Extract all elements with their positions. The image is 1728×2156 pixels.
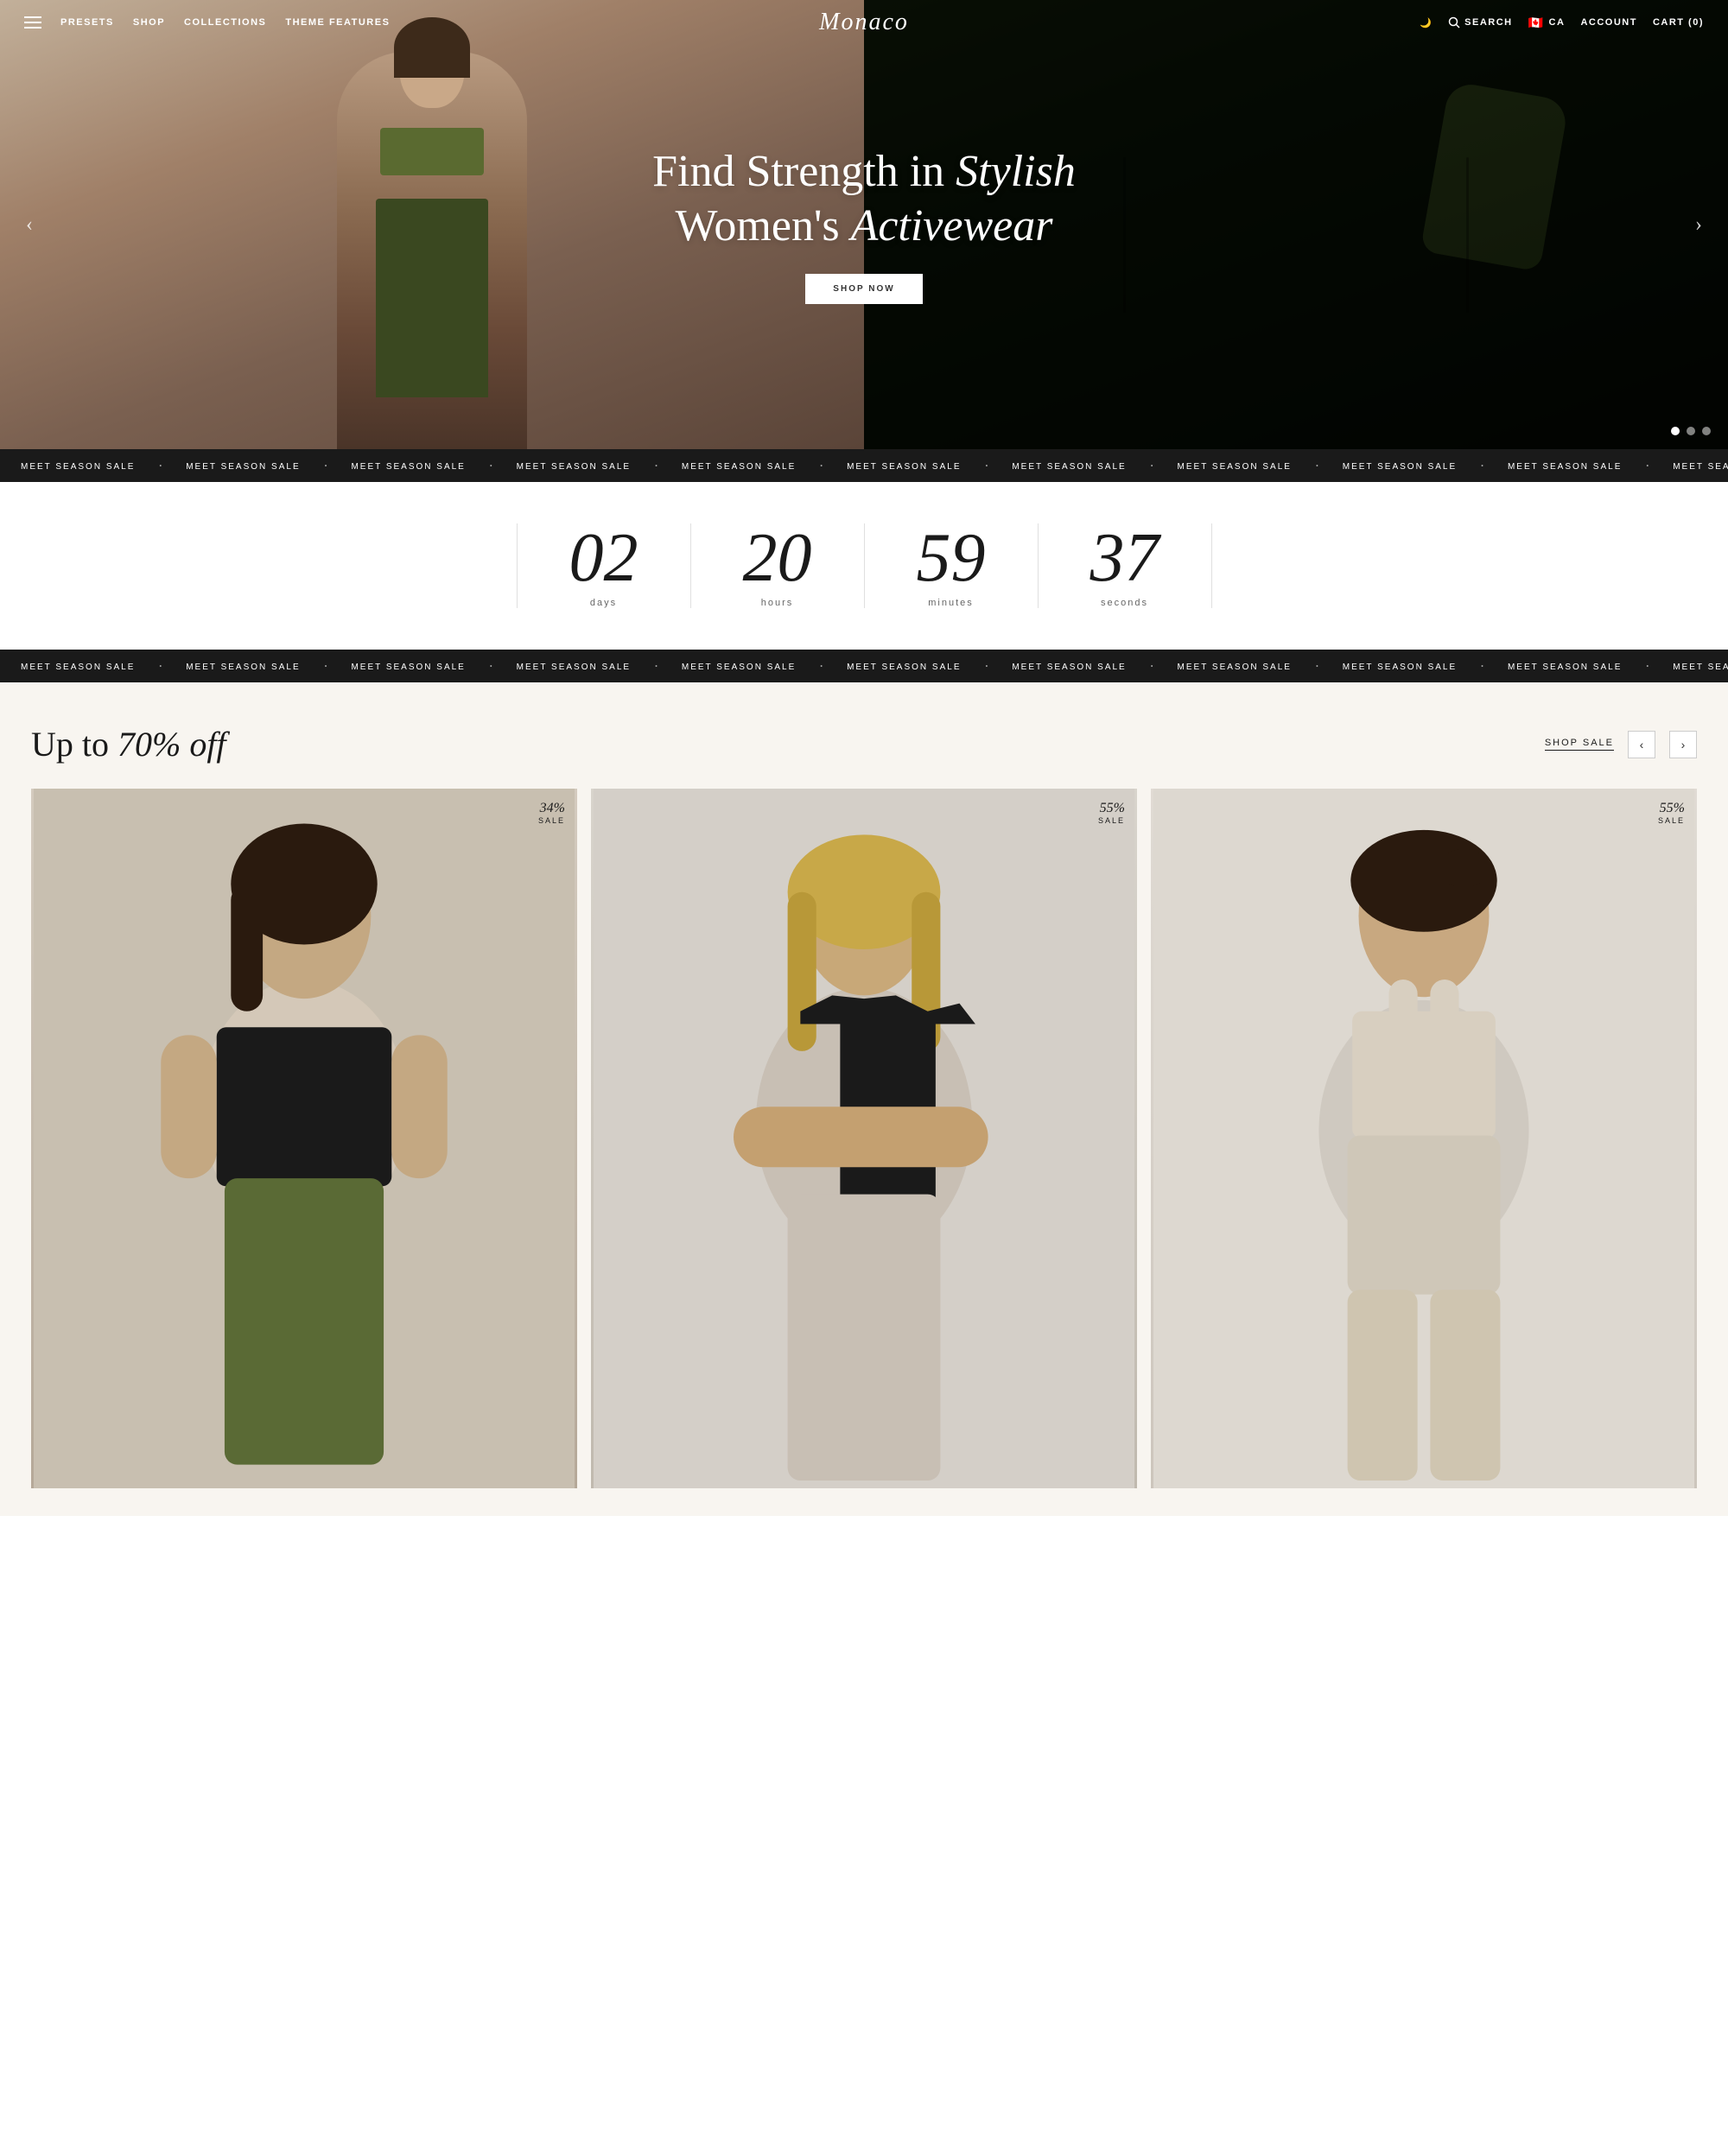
ticker-item: MEET SEASON SALE (1652, 663, 1728, 672)
ticker-item: MEET SEASON SALE (1652, 462, 1728, 472)
ticker-item: MEET SEASON SALE (165, 663, 321, 672)
shop-sale-link[interactable]: SHOP SALE (1545, 738, 1614, 751)
sale-prev-button[interactable]: ‹ (1628, 731, 1655, 758)
ticker-item: MEET SEASON SALE (661, 663, 816, 672)
ticker-item: MEET SEASON SALE (1322, 663, 1477, 672)
ticker-item: MEET SEASON SALE (991, 663, 1147, 672)
product-badge-1: 34% SALE (538, 801, 565, 825)
hamburger-menu[interactable] (24, 16, 41, 29)
product-badge-3: 55% SALE (1658, 801, 1685, 825)
hero-heading: Find Strength in Stylish Women's Activew… (652, 145, 1076, 253)
nav-link-presets[interactable]: PRESETS (60, 17, 114, 28)
hero-next-arrow[interactable]: › (1683, 209, 1714, 240)
hero-section: Find Strength in Stylish Women's Activew… (0, 0, 1728, 449)
nav-right: 🌙 SEARCH 🇨🇦 CA ACCOUNT CART (0) (1420, 16, 1704, 30)
badge-sale-2: SALE (1098, 816, 1125, 825)
badge-sale-3: SALE (1658, 816, 1685, 825)
countdown-days-label: days (590, 598, 617, 608)
sale-title-prefix: Up to (31, 725, 118, 764)
countdown-hours-number: 20 (743, 523, 812, 593)
product-card-3[interactable]: 55% SALE (1151, 789, 1697, 1488)
search-label: SEARCH (1464, 17, 1512, 28)
countdown-days-number: 02 (569, 523, 638, 593)
ticker-item: MEET SEASON SALE (991, 462, 1147, 472)
product-image-1 (31, 789, 577, 1488)
countdown-days: 02 days (517, 523, 691, 608)
product-card-1[interactable]: 34% SALE (31, 789, 577, 1488)
hero-dot-3[interactable] (1702, 427, 1711, 435)
product-card-2[interactable]: 55% SALE (591, 789, 1137, 1488)
hero-dot-2[interactable] (1687, 427, 1695, 435)
hero-cta-button[interactable]: SHOP NOW (805, 274, 922, 304)
nav-link-theme-features[interactable]: THEME FEATURES (285, 17, 390, 28)
main-nav: PRESETS SHOP COLLECTIONS THEME FEATURES … (0, 0, 1728, 45)
ticker-item: MEET SEASON SALE (1157, 663, 1312, 672)
nav-center: Monaco (819, 9, 909, 36)
ticker-item: MEET SEASON SALE (826, 663, 982, 672)
ticker-item: MEET SEASON SALE (0, 663, 156, 672)
badge-sale-1: SALE (538, 816, 565, 825)
ticker-bottom: MEET SEASON SALE • MEET SEASON SALE • ME… (0, 650, 1728, 682)
product-badge-2: 55% SALE (1098, 801, 1125, 825)
sale-title: Up to 70% off (31, 724, 226, 764)
countdown-hours: 20 hours (691, 523, 865, 608)
countdown-seconds: 37 seconds (1039, 523, 1212, 608)
ticker-top: MEET SEASON SALE • MEET SEASON SALE • ME… (0, 449, 1728, 482)
nav-link-shop[interactable]: SHOP (133, 17, 165, 28)
ticker-item: MEET SEASON SALE (496, 663, 651, 672)
ticker-item: MEET SEASON SALE (1157, 462, 1312, 472)
ticker-item: MEET SEASON SALE (1322, 462, 1477, 472)
sale-title-italic: 70% off (118, 725, 226, 764)
badge-percent-1: 34% (540, 801, 565, 815)
hero-dots (1671, 427, 1711, 435)
country-code: CA (1549, 17, 1566, 28)
cart-link[interactable]: CART (0) (1653, 17, 1704, 28)
countdown-seconds-label: seconds (1101, 598, 1148, 608)
country-selector[interactable]: 🇨🇦 CA (1528, 16, 1566, 30)
ticker-inner-top: MEET SEASON SALE • MEET SEASON SALE • ME… (0, 462, 1728, 472)
countdown-section: 02 days 20 hours 59 minutes 37 seconds (0, 482, 1728, 650)
ticker-item: MEET SEASON SALE (826, 462, 982, 472)
ticker-item: MEET SEASON SALE (1487, 663, 1642, 672)
products-grid: 34% SALE (31, 789, 1697, 1488)
sale-header-right: SHOP SALE ‹ › (1545, 731, 1697, 758)
ticker-item: MEET SEASON SALE (661, 462, 816, 472)
product-image-2 (591, 789, 1137, 1488)
dark-mode-toggle[interactable]: 🌙 (1420, 17, 1433, 29)
badge-percent-2: 55% (1100, 801, 1125, 815)
ticker-item: MEET SEASON SALE (330, 462, 486, 472)
account-link[interactable]: ACCOUNT (1580, 17, 1637, 28)
countdown-timer: 02 days 20 hours 59 minutes 37 seconds (517, 523, 1212, 608)
search-button[interactable]: SEARCH (1448, 16, 1512, 29)
countdown-minutes: 59 minutes (865, 523, 1039, 608)
sale-header: Up to 70% off SHOP SALE ‹ › (31, 724, 1697, 764)
site-logo[interactable]: Monaco (819, 9, 909, 35)
hero-dot-1[interactable] (1671, 427, 1680, 435)
countdown-minutes-number: 59 (917, 523, 986, 593)
countdown-seconds-number: 37 (1090, 523, 1159, 593)
badge-percent-3: 55% (1660, 801, 1685, 815)
sale-next-button[interactable]: › (1669, 731, 1697, 758)
flag-icon: 🇨🇦 (1528, 16, 1545, 30)
product-image-3 (1151, 789, 1697, 1488)
nav-link-collections[interactable]: COLLECTIONS (184, 17, 266, 28)
nav-left: PRESETS SHOP COLLECTIONS THEME FEATURES (24, 16, 390, 29)
ticker-item: MEET SEASON SALE (165, 462, 321, 472)
ticker-item: MEET SEASON SALE (496, 462, 651, 472)
ticker-inner-bottom: MEET SEASON SALE • MEET SEASON SALE • ME… (0, 663, 1728, 672)
ticker-item: MEET SEASON SALE (330, 663, 486, 672)
countdown-minutes-label: minutes (928, 598, 974, 608)
ticker-item: MEET SEASON SALE (1487, 462, 1642, 472)
ticker-item: MEET SEASON SALE (0, 462, 156, 472)
hero-prev-arrow[interactable]: ‹ (14, 209, 45, 240)
countdown-hours-label: hours (761, 598, 794, 608)
sale-section: Up to 70% off SHOP SALE ‹ › 34% SALE (0, 682, 1728, 1516)
hero-content: Find Strength in Stylish Women's Activew… (652, 145, 1076, 304)
